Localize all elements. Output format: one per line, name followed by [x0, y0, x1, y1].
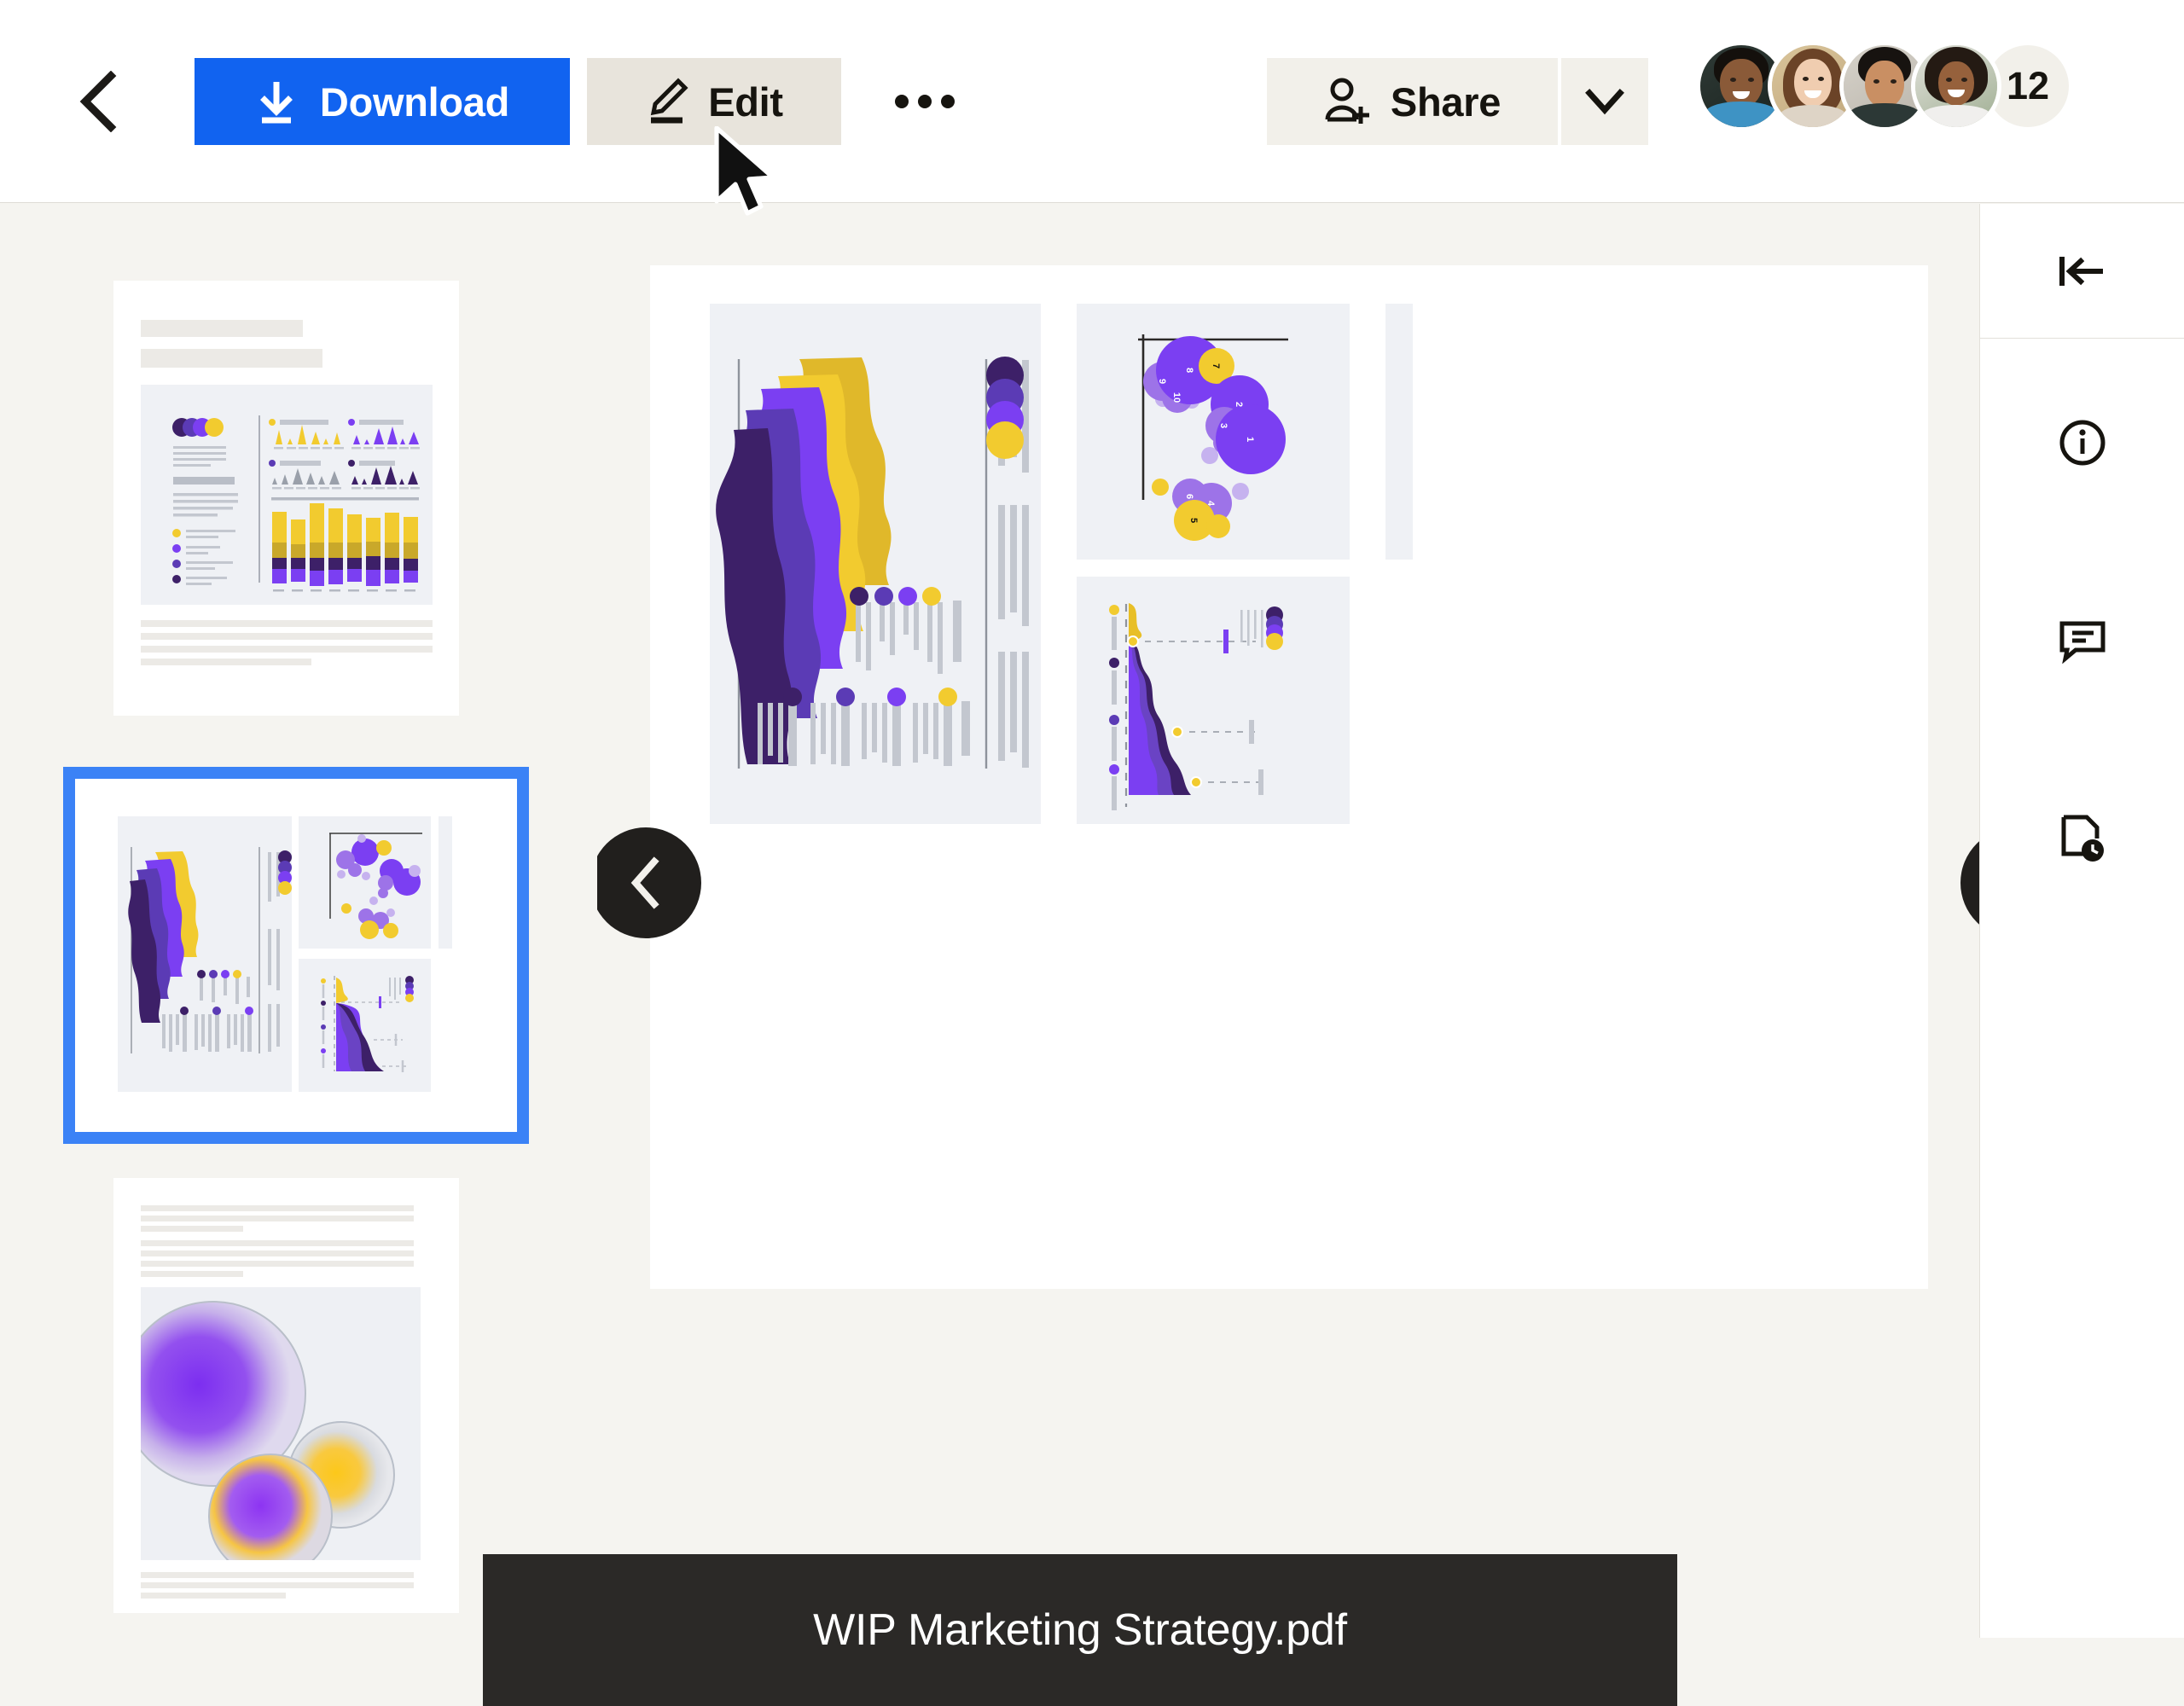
svg-text:2: 2 [1234, 402, 1244, 407]
svg-text:5: 5 [1188, 518, 1199, 523]
petri-dish-photo [141, 1287, 421, 1560]
share-dropdown-button[interactable] [1561, 58, 1648, 145]
ellipsis-icon [895, 95, 955, 108]
text-placeholder [141, 1216, 414, 1221]
page-thumbnail-rail[interactable] [0, 204, 597, 1638]
text-placeholder [141, 1250, 414, 1256]
next-page-button[interactable] [1960, 827, 1979, 938]
person-add-icon [1324, 77, 1370, 126]
chevron-left-icon [626, 856, 665, 909]
svg-text:10: 10 [1171, 392, 1182, 403]
chart-panel-bubble-scatter: 1 2 3 4 5 6 7 8 9 10 [1077, 304, 1350, 560]
text-placeholder [141, 1205, 414, 1211]
collaborator-count-label: 12 [2007, 64, 2049, 108]
text-placeholder [141, 1226, 243, 1232]
collaborator-avatars: 12 [1696, 36, 2073, 136]
filename-bar: WIP Marketing Strategy.pdf [483, 1554, 1677, 1706]
text-placeholder [141, 646, 433, 653]
avatar[interactable] [1911, 41, 2001, 131]
text-placeholder [141, 1593, 286, 1599]
edit-label: Edit [708, 78, 783, 125]
svg-text:8: 8 [1184, 368, 1194, 373]
comment-icon [2057, 618, 2108, 664]
svg-text:3: 3 [1218, 423, 1228, 428]
text-placeholder [141, 633, 433, 640]
text-placeholder [141, 1271, 243, 1277]
thumbnail-chart [299, 816, 431, 949]
list-item[interactable] [113, 1178, 459, 1613]
text-placeholder [141, 320, 303, 337]
document-page: 1 2 3 4 5 6 7 8 9 10 [650, 265, 1928, 1289]
thumbnail-chart [439, 816, 452, 949]
text-placeholder [141, 349, 322, 368]
right-sidebar [1979, 204, 2184, 1638]
text-placeholder [141, 1240, 414, 1246]
sidebar-item-info[interactable] [1980, 344, 2184, 542]
svg-text:6: 6 [1184, 494, 1194, 499]
list-item[interactable] [113, 281, 459, 716]
share-label: Share [1391, 78, 1501, 125]
text-placeholder [141, 1582, 414, 1588]
chart-panel-streamgraph [710, 304, 1041, 824]
svg-text:4: 4 [1205, 501, 1216, 507]
pencil-icon [645, 78, 689, 125]
top-toolbar: Download Edit Share [0, 0, 2184, 203]
sidebar-item-version-history[interactable] [1980, 740, 2184, 937]
thumbnail-chart [141, 385, 433, 605]
filename-label: WIP Marketing Strategy.pdf [813, 1604, 1347, 1656]
chart-panel-horizontal-area [1077, 577, 1350, 824]
download-button[interactable]: Download [195, 58, 570, 145]
download-icon [255, 78, 298, 125]
share-button[interactable]: Share [1267, 58, 1558, 145]
back-button[interactable] [67, 70, 130, 133]
thumbnail-chart [118, 816, 292, 1092]
text-placeholder [141, 1261, 414, 1267]
more-options-button[interactable] [877, 70, 973, 133]
collapse-panel-button[interactable] [1980, 204, 2184, 339]
list-item[interactable] [75, 779, 517, 1132]
text-placeholder [141, 1572, 414, 1578]
file-version-history-icon [2058, 813, 2107, 864]
sidebar-item-comments[interactable] [1980, 542, 2184, 740]
svg-text:1: 1 [1245, 437, 1255, 442]
document-viewer: 1 2 3 4 5 6 7 8 9 10 [597, 204, 1979, 1638]
download-label: Download [320, 78, 509, 125]
collapse-panel-left-icon [2056, 252, 2109, 291]
chevron-left-icon [75, 71, 121, 132]
thumbnail-chart [299, 959, 431, 1092]
edit-button[interactable]: Edit [587, 58, 841, 145]
text-placeholder [141, 659, 311, 665]
column-placeholder [1385, 304, 1413, 560]
svg-text:7: 7 [1211, 363, 1221, 368]
chevron-down-icon [1584, 88, 1625, 115]
svg-text:9: 9 [1157, 379, 1167, 384]
text-placeholder [141, 620, 433, 627]
info-icon [2058, 418, 2107, 467]
